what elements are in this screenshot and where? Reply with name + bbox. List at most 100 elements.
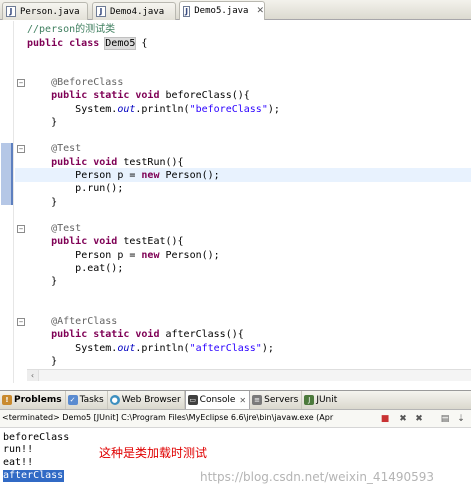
- code-line: public static void afterClass(){: [27, 328, 244, 341]
- tab-label: Demo4.java: [110, 6, 165, 17]
- comment: //person的测试类: [27, 24, 116, 35]
- junit-icon: J: [304, 395, 315, 405]
- fold-collapse-icon[interactable]: −: [17, 79, 25, 87]
- code-line: System.out.println("afterClass");: [27, 342, 274, 355]
- console-line: eat!!: [3, 457, 34, 468]
- annotation-note: 这种是类加载时测试: [99, 446, 208, 460]
- overview-ruler: [0, 21, 14, 383]
- code-line: //person的测试类: [27, 23, 115, 36]
- close-icon[interactable]: ✕: [239, 396, 246, 405]
- code-text: System.: [75, 343, 118, 354]
- code-line: }: [27, 275, 57, 288]
- views-tab-bar: ! Problems ✓ Tasks ● Web Browser ▭ Conso…: [0, 390, 471, 410]
- annotation: @Test: [51, 143, 82, 154]
- java-file-icon: J: [183, 5, 191, 17]
- clear-console-icon[interactable]: ▤: [439, 413, 451, 425]
- code-text: afterClass(){: [159, 329, 244, 340]
- code-text: }: [51, 276, 58, 287]
- console-icon: ▭: [187, 395, 198, 405]
- tab-tasks[interactable]: ✓ Tasks: [66, 391, 108, 409]
- console-output[interactable]: beforeClass run!! eat!! afterClass 这种是类加…: [0, 428, 471, 491]
- terminate-icon[interactable]: ■: [379, 413, 391, 425]
- code-line: }: [27, 116, 57, 129]
- code-line: Person p = new Person();: [27, 169, 220, 182]
- remove-all-icon[interactable]: ✖: [413, 413, 425, 425]
- code-line: System.out.println("beforeClass");: [27, 103, 280, 116]
- tab-label: Servers: [264, 395, 299, 405]
- tab-problems[interactable]: ! Problems: [0, 391, 66, 409]
- keyword: new: [141, 170, 160, 181]
- code-line: p.run();: [27, 182, 123, 195]
- code-text: .println(: [135, 104, 190, 115]
- tab-label: Demo5.java: [194, 6, 249, 16]
- tab-label: Console: [199, 395, 236, 405]
- tab-servers[interactable]: ≡ Servers: [250, 391, 303, 409]
- fold-collapse-icon[interactable]: −: [17, 225, 25, 233]
- keyword: public class: [27, 38, 100, 49]
- horizontal-scrollbar[interactable]: ‹: [27, 369, 471, 381]
- tab-junit[interactable]: J JUnit: [302, 391, 340, 409]
- tab-demo4-java[interactable]: J Demo4.java: [92, 2, 176, 20]
- fold-collapse-icon[interactable]: −: [17, 145, 25, 153]
- console-line: run!!: [3, 444, 34, 455]
- code-line: @BeforeClass: [27, 76, 123, 89]
- code-line: @AfterClass: [27, 315, 117, 328]
- scroll-left-icon[interactable]: ‹: [27, 370, 39, 381]
- keyword: new: [141, 250, 160, 261]
- remove-launch-icon[interactable]: ✖: [397, 413, 409, 425]
- code-line: public class Demo5 {: [27, 37, 147, 50]
- code-line: Person p = new Person();: [27, 249, 220, 262]
- keyword: public void: [51, 157, 118, 168]
- tab-label: JUnit: [316, 395, 338, 405]
- console-line-selected: afterClass: [3, 470, 65, 482]
- field: out: [117, 343, 136, 354]
- tab-label: Web Browser: [121, 395, 181, 405]
- string-literal: "beforeClass": [189, 104, 268, 115]
- code-text: p.run();: [75, 183, 124, 194]
- code-line: }: [27, 355, 57, 368]
- java-file-icon: J: [6, 6, 16, 17]
- code-text: Person();: [159, 250, 220, 261]
- fold-collapse-icon[interactable]: −: [17, 318, 25, 326]
- code-text: }: [51, 197, 58, 208]
- watermark: https://blog.csdn.net/weixin_41490593: [200, 470, 435, 484]
- code-line: }: [27, 196, 57, 209]
- scroll-lock-icon[interactable]: ⇣: [455, 413, 467, 425]
- code-text: Person p =: [75, 170, 142, 181]
- annotation: @Test: [51, 223, 82, 234]
- keyword: public static void: [51, 329, 160, 340]
- globe-icon: ●: [109, 395, 120, 405]
- java-file-icon: J: [96, 6, 106, 17]
- tab-person-java[interactable]: J Person.java: [2, 2, 88, 20]
- class-name: Demo5: [104, 37, 137, 50]
- code-text: testEat(){: [117, 236, 184, 247]
- code-text: System.: [75, 104, 118, 115]
- code-text: {: [135, 38, 148, 49]
- console-line: beforeClass: [3, 432, 70, 443]
- code-text: .println(: [135, 343, 190, 354]
- code-text: );: [261, 343, 274, 354]
- code-line: @Test: [27, 142, 81, 155]
- code-text: Person p =: [75, 250, 142, 261]
- code-editor[interactable]: − − − − //person的测试类 public class Demo5 …: [0, 21, 471, 383]
- code-text: beforeClass(){: [159, 90, 250, 101]
- process-label: <terminated> Demo5 [JUnit] C:\Program Fi…: [2, 413, 334, 422]
- code-text: testRun(){: [117, 157, 184, 168]
- close-icon[interactable]: ✕: [256, 6, 264, 16]
- annotation: @BeforeClass: [51, 77, 124, 88]
- tab-console[interactable]: ▭ Console ✕: [184, 391, 251, 409]
- tab-demo5-java[interactable]: J Demo5.java ✕: [179, 1, 265, 20]
- field: out: [117, 104, 136, 115]
- change-marker: [1, 143, 13, 205]
- code-line: public void testRun(){: [27, 156, 184, 169]
- annotation: @AfterClass: [51, 316, 118, 327]
- code-line: p.eat();: [27, 262, 123, 275]
- keyword: public void: [51, 236, 118, 247]
- code-text: }: [51, 356, 58, 367]
- string-literal: "afterClass": [189, 343, 262, 354]
- code-line: public void testEat(){: [27, 235, 184, 248]
- tab-label: Problems: [14, 395, 62, 405]
- tab-web-browser[interactable]: ● Web Browser: [108, 391, 185, 409]
- tasks-icon: ✓: [67, 395, 78, 405]
- keyword: public static void: [51, 90, 160, 101]
